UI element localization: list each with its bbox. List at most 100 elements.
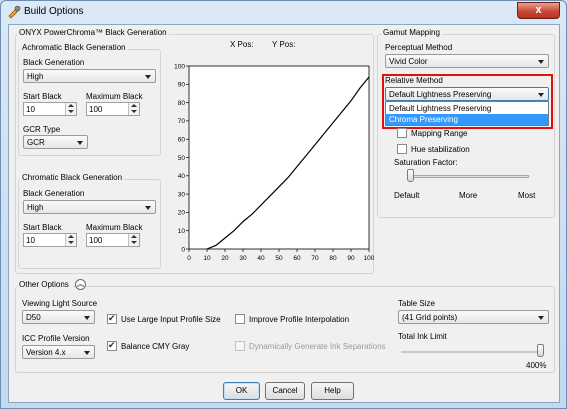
chromatic-start-black-value: 10 bbox=[26, 236, 35, 245]
table-size-select[interactable]: (41 Grid points) bbox=[398, 310, 549, 324]
chevron-down-icon bbox=[145, 206, 151, 210]
perceptual-method-select[interactable]: Vivid Color bbox=[385, 54, 549, 68]
y-tick-label: 70 bbox=[178, 118, 186, 125]
build-options-app-icon bbox=[8, 5, 21, 19]
dynamic-ink-separations-checkbox[interactable] bbox=[235, 341, 245, 351]
other-options-label: Other Options bbox=[19, 280, 69, 289]
arrow-up-icon bbox=[68, 235, 74, 238]
other-options-group-label: Other Options bbox=[17, 280, 73, 290]
achromatic-start-black-label: Start Black bbox=[23, 92, 62, 101]
hue-stabilization-label: Hue stabilization bbox=[411, 145, 470, 154]
use-large-input-profile-checkbox[interactable]: ✔ bbox=[107, 313, 117, 324]
y-tick-label: 60 bbox=[178, 137, 186, 144]
achromatic-maximum-black-spinner[interactable]: 100 bbox=[86, 102, 140, 116]
y-tick-label: 30 bbox=[178, 191, 186, 198]
table-size-value: (41 Grid points) bbox=[402, 313, 458, 322]
total-ink-limit-value: 400% bbox=[526, 361, 547, 370]
x-tick-label: 70 bbox=[311, 255, 319, 262]
spinner-buttons[interactable] bbox=[128, 103, 139, 115]
dynamic-ink-separations-label: Dynamically Generate Ink Separations bbox=[249, 342, 386, 351]
mapping-range-checkbox[interactable] bbox=[397, 128, 407, 138]
window-title: Build Options bbox=[24, 6, 84, 17]
help-button[interactable]: Help bbox=[311, 382, 354, 400]
chromatic-maximum-black-label: Maximum Black bbox=[86, 223, 143, 232]
y-tick-label: 0 bbox=[181, 246, 185, 253]
icc-profile-version-select[interactable]: Version 4.x bbox=[22, 345, 95, 359]
spinner-buttons[interactable] bbox=[128, 234, 139, 246]
double-chevron-up-icon[interactable]: ︽ bbox=[75, 279, 86, 290]
cancel-button[interactable]: Cancel bbox=[265, 382, 305, 400]
chevron-down-icon bbox=[84, 351, 90, 355]
y-tick-label: 40 bbox=[178, 173, 186, 180]
saturation-tick-more: More bbox=[459, 191, 478, 200]
gamut-mapping-group-label: Gamut Mapping bbox=[381, 28, 442, 38]
perceptual-method-value: Vivid Color bbox=[389, 57, 428, 66]
chromatic-start-black-label: Start Black bbox=[23, 223, 62, 232]
arrow-down-icon bbox=[68, 241, 74, 244]
x-tick-label: 80 bbox=[329, 255, 337, 262]
achromatic-start-black-value: 10 bbox=[26, 105, 35, 114]
title-bar[interactable]: Build Options x bbox=[1, 1, 566, 23]
total-ink-limit-thumb[interactable] bbox=[537, 344, 544, 357]
achromatic-black-generation-value: High bbox=[27, 72, 44, 81]
improve-profile-interpolation-label: Improve Profile Interpolation bbox=[249, 315, 350, 324]
balance-cmy-gray-checkbox[interactable]: ✔ bbox=[107, 340, 117, 351]
y-tick-label: 50 bbox=[178, 155, 186, 162]
arrow-down-icon bbox=[131, 241, 137, 244]
black-generation-curve-chart[interactable]: 0 10 20 30 40 50 60 70 80 90 100 0 10 20 30 40 50 60 70 80 9… bbox=[169, 61, 374, 266]
total-ink-limit-label: Total Ink Limit bbox=[398, 332, 447, 341]
achromatic-group-label: Achromatic Black Generation bbox=[20, 43, 128, 53]
icc-profile-version-label: ICC Profile Version bbox=[22, 334, 90, 343]
improve-profile-interpolation-checkbox[interactable] bbox=[235, 314, 245, 324]
x-tick-label: 0 bbox=[187, 255, 191, 262]
x-tick-label: 100 bbox=[364, 255, 374, 262]
hue-stabilization-checkbox[interactable] bbox=[397, 144, 407, 154]
x-tick-label: 90 bbox=[347, 255, 355, 262]
saturation-factor-thumb[interactable] bbox=[407, 169, 414, 182]
chromatic-maximum-black-spinner[interactable]: 100 bbox=[86, 233, 140, 247]
close-button[interactable]: x bbox=[517, 2, 560, 19]
close-icon: x bbox=[535, 4, 542, 16]
arrow-down-icon bbox=[68, 110, 74, 113]
achromatic-black-generation-label: Black Generation bbox=[23, 58, 85, 67]
y-tick-label: 20 bbox=[178, 210, 186, 217]
use-large-input-profile-label: Use Large Input Profile Size bbox=[121, 315, 221, 324]
viewing-light-source-label: Viewing Light Source bbox=[22, 299, 98, 308]
y-pos-label: Y Pos: bbox=[272, 40, 296, 49]
chromatic-start-black-spinner[interactable]: 10 bbox=[23, 233, 77, 247]
x-pos-label: X Pos: bbox=[230, 40, 254, 49]
achromatic-start-black-spinner[interactable]: 10 bbox=[23, 102, 77, 116]
x-tick-label: 50 bbox=[275, 255, 283, 262]
y-tick-label: 80 bbox=[178, 100, 186, 107]
achromatic-black-generation-select[interactable]: High bbox=[23, 69, 156, 83]
achromatic-maximum-black-value: 100 bbox=[89, 105, 103, 114]
plot-area bbox=[188, 65, 370, 250]
spinner-buttons[interactable] bbox=[65, 103, 76, 115]
checkmark-icon: ✔ bbox=[108, 313, 116, 323]
x-tick-label: 40 bbox=[257, 255, 265, 262]
y-tick-label: 100 bbox=[174, 63, 185, 70]
viewing-light-source-value: D50 bbox=[26, 313, 41, 322]
x-tick-label: 20 bbox=[221, 255, 229, 262]
annotation-highlight-box bbox=[382, 74, 553, 129]
mapping-range-label: Mapping Range bbox=[411, 129, 468, 138]
icc-profile-version-value: Version 4.x bbox=[26, 348, 66, 357]
x-tick-label: 60 bbox=[293, 255, 301, 262]
gcr-type-select[interactable]: GCR bbox=[23, 135, 88, 149]
arrow-up-icon bbox=[131, 104, 137, 107]
y-tick-label: 90 bbox=[178, 82, 186, 89]
x-tick-label: 10 bbox=[203, 255, 211, 262]
balance-cmy-gray-label: Balance CMY Gray bbox=[121, 342, 190, 351]
chevron-down-icon bbox=[77, 141, 83, 145]
saturation-factor-track[interactable] bbox=[407, 175, 529, 178]
viewing-light-source-select[interactable]: D50 bbox=[22, 310, 95, 324]
chevron-down-icon bbox=[145, 75, 151, 79]
arrow-down-icon bbox=[131, 110, 137, 113]
chromatic-black-generation-label: Black Generation bbox=[23, 189, 85, 198]
spinner-buttons[interactable] bbox=[65, 234, 76, 246]
total-ink-limit-track[interactable] bbox=[401, 351, 543, 353]
perceptual-method-label: Perceptual Method bbox=[385, 43, 453, 52]
ok-button[interactable]: OK bbox=[223, 382, 260, 400]
chevron-down-icon bbox=[538, 60, 544, 64]
chromatic-black-generation-select[interactable]: High bbox=[23, 200, 156, 214]
